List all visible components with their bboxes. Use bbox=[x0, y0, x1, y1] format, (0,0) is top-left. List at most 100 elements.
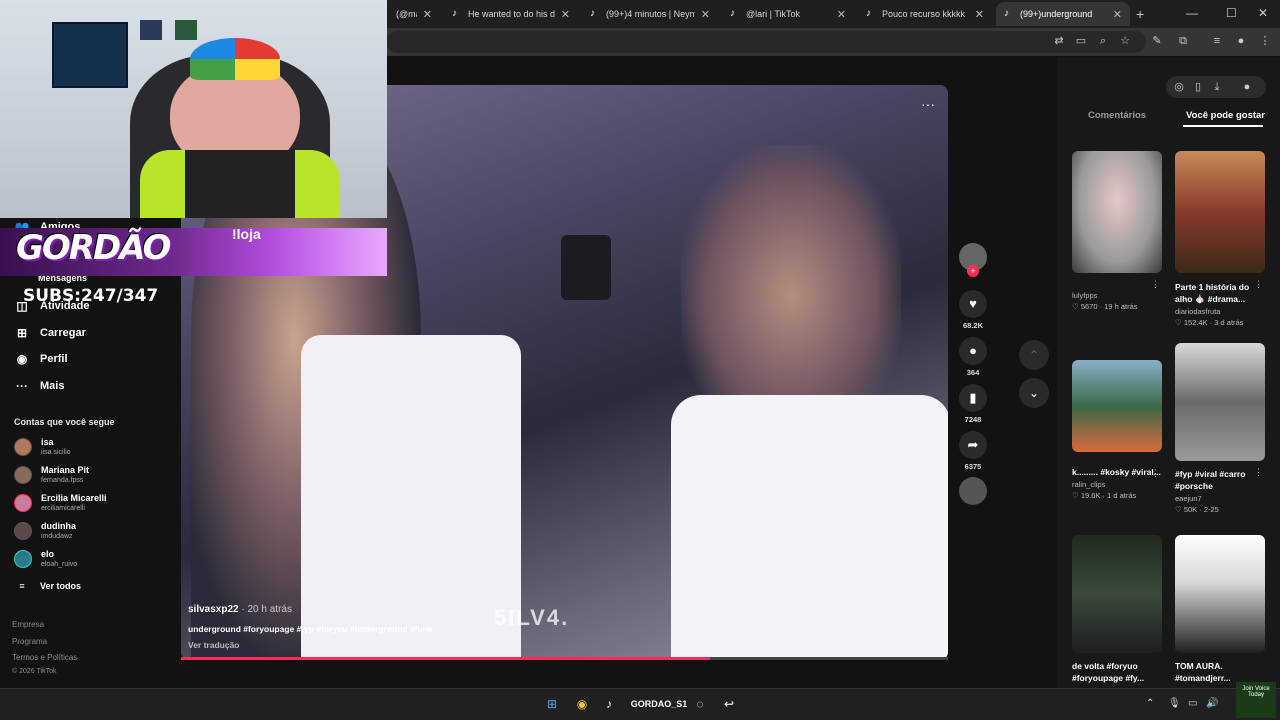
video-thumbnail bbox=[1072, 535, 1162, 653]
following-item[interactable]: Mariana Pit fernanda.fpss bbox=[14, 465, 89, 485]
loja-command: !loja bbox=[232, 226, 261, 242]
obs-icon[interactable]: ◌ bbox=[691, 695, 709, 713]
card-more-icon[interactable]: ⋮ bbox=[1151, 279, 1160, 290]
phone-icon[interactable]: ▯ bbox=[1191, 80, 1205, 94]
video-author[interactable]: silvasxp22 · 20 h atrás bbox=[188, 604, 292, 615]
author-avatar-button[interactable]: + bbox=[958, 243, 988, 277]
puzzle-icon[interactable]: ⧉ bbox=[1176, 34, 1190, 48]
video-thumbnail bbox=[1072, 151, 1162, 273]
sidebar-item-carregar[interactable]: ⊞ Carregar bbox=[14, 326, 86, 340]
follow-plus-icon[interactable]: + bbox=[967, 265, 979, 277]
tab-3[interactable]: ♪ (99+)4 minutos | Neymar ✕ bbox=[582, 2, 718, 26]
following-name: isa bbox=[41, 437, 54, 447]
reading-list-icon[interactable]: ≡ bbox=[1210, 34, 1224, 48]
following-name: elo bbox=[41, 549, 55, 559]
like-button[interactable]: ♥ 68.2K bbox=[958, 290, 988, 330]
video-progress-bar[interactable] bbox=[181, 657, 948, 660]
footer-link[interactable]: Termos e Políticas bbox=[12, 653, 77, 662]
suggested-video-card[interactable]: Parte 1 história do alho 🧄 #drama... dia… bbox=[1175, 151, 1265, 327]
translate-link[interactable]: Ver tradução bbox=[188, 640, 240, 650]
display-icon[interactable]: ▭ bbox=[1188, 698, 1197, 709]
following-item[interactable]: isa iisa.sicilio bbox=[14, 437, 71, 457]
card-more-icon[interactable]: ⋮ bbox=[1254, 279, 1263, 290]
bookmark-star-icon[interactable]: ☆ bbox=[1118, 34, 1132, 48]
tiktok-icon: ♪ bbox=[590, 8, 595, 19]
zoom-icon[interactable]: ⌕ bbox=[1096, 34, 1110, 48]
save-button[interactable]: ▮ 7248 bbox=[958, 384, 988, 424]
close-icon[interactable]: ✕ bbox=[701, 8, 710, 21]
tiktok-icon: ♪ bbox=[866, 8, 871, 19]
card-more-icon[interactable]: ⋮ bbox=[1254, 467, 1263, 478]
next-video-button[interactable]: ⌄ bbox=[1019, 378, 1049, 408]
footer-link[interactable]: Programa bbox=[12, 637, 47, 646]
close-icon[interactable]: ✕ bbox=[837, 8, 846, 21]
suggested-video-card[interactable]: #fyp #viral #carro #porsche eaejun7 ♡ 50… bbox=[1175, 343, 1265, 514]
download-icon[interactable]: ⤓ bbox=[1210, 80, 1224, 94]
share-icon: ➦ bbox=[959, 431, 987, 459]
comment-icon: ● bbox=[959, 337, 987, 365]
address-bar[interactable] bbox=[386, 31, 1146, 53]
new-tab-button[interactable]: + bbox=[1136, 6, 1144, 22]
comment-button[interactable]: ● 364 bbox=[958, 337, 988, 377]
stream-app-label[interactable]: GORDAO_S1 bbox=[628, 695, 690, 713]
card-user: ralin_clips bbox=[1072, 480, 1106, 489]
sidebar-item-perfil[interactable]: ◉ Perfil bbox=[14, 352, 68, 366]
translate-icon[interactable]: ⇄ bbox=[1052, 34, 1066, 48]
tshirt bbox=[185, 150, 295, 218]
tiktok-icon: ♪ bbox=[1004, 8, 1009, 19]
avatar bbox=[14, 438, 32, 456]
tab-5[interactable]: ♪ Pouco recurso kkkkk ✕ bbox=[858, 2, 992, 26]
card-more-icon[interactable]: ⋮ bbox=[1151, 468, 1160, 479]
suggested-video-card[interactable]: k......... #kosky #viral... ralin_clips … bbox=[1072, 360, 1162, 500]
join-voice-widget[interactable]: Join Voice Today bbox=[1236, 682, 1276, 718]
profile-avatar[interactable]: ● bbox=[1234, 34, 1248, 48]
tab-comments[interactable]: Comentários bbox=[1088, 110, 1146, 121]
comment-count: 364 bbox=[966, 368, 980, 377]
compass-icon[interactable]: ◎ bbox=[1172, 80, 1186, 94]
see-all-link[interactable]: ≡ Ver todos bbox=[14, 581, 81, 591]
music-disc-button[interactable] bbox=[958, 477, 988, 505]
tab-title: Pouco recurso kkkkk bbox=[882, 9, 966, 19]
microphone-icon[interactable]: 🎙 bbox=[1168, 698, 1181, 709]
tab-active[interactable]: ♪ (99+)underground ✕ bbox=[996, 2, 1130, 26]
wall-frame-small bbox=[175, 20, 197, 40]
tab-suggestions[interactable]: Você pode gostar bbox=[1186, 110, 1265, 121]
suggested-video-card[interactable]: de volta #foryuo #foryoupage #fy... bbox=[1072, 535, 1162, 684]
maximize-button[interactable]: ☐ bbox=[1226, 6, 1237, 20]
share-button[interactable]: ➦ 6375 bbox=[958, 431, 988, 471]
minimize-button[interactable]: — bbox=[1186, 6, 1198, 20]
following-handle: imdudawz bbox=[41, 533, 73, 540]
chrome-icon[interactable]: ◉ bbox=[573, 695, 591, 713]
extension-icon[interactable]: ✎ bbox=[1150, 34, 1164, 48]
sidebar-item-mais[interactable]: ··· Mais bbox=[14, 379, 64, 393]
wall-frame bbox=[52, 22, 128, 88]
tab-1[interactable]: (@mah ✕ bbox=[388, 2, 440, 26]
cast-icon[interactable]: ▭ bbox=[1074, 34, 1088, 48]
tab-4[interactable]: ♪ @lari | TikTok ✕ bbox=[722, 2, 854, 26]
tray-chevron-icon[interactable]: ⌃ bbox=[1146, 698, 1154, 709]
tab-2[interactable]: ♪ He wanted to do his danc ✕ bbox=[444, 2, 578, 26]
previous-video-button[interactable]: ⌃ bbox=[1019, 340, 1049, 370]
close-window-button[interactable]: ✕ bbox=[1258, 6, 1268, 20]
app-icon[interactable]: ↩ bbox=[720, 695, 738, 713]
tiktok-icon: ♪ bbox=[730, 8, 735, 19]
footer-link[interactable]: Empresa bbox=[12, 620, 44, 629]
video-more-icon[interactable]: ··· bbox=[921, 96, 935, 112]
card-title: Parte 1 história do alho 🧄 #drama... bbox=[1175, 282, 1250, 304]
following-item[interactable]: Ercilia Micarelli erciliamicarelli bbox=[14, 493, 107, 513]
volume-icon[interactable]: 🔊 bbox=[1206, 698, 1218, 709]
close-icon[interactable]: ✕ bbox=[1113, 8, 1122, 21]
suggested-video-card[interactable]: TOM AURA. #tomandjerr... bbox=[1175, 535, 1265, 684]
close-icon[interactable]: ✕ bbox=[423, 8, 432, 21]
following-item[interactable]: dudinha imdudawz bbox=[14, 521, 76, 541]
profile-icon: ◉ bbox=[16, 352, 28, 366]
user-avatar[interactable]: ● bbox=[1240, 80, 1254, 94]
tiktok-app-icon[interactable]: ♪ bbox=[600, 695, 618, 713]
close-icon[interactable]: ✕ bbox=[975, 8, 984, 21]
close-icon[interactable]: ✕ bbox=[561, 8, 570, 21]
suggested-video-card[interactable]: lulyfpps ♡ 5670 · 19 h atrás ⋮ bbox=[1072, 151, 1162, 311]
windows-start-icon[interactable]: ⊞ bbox=[543, 695, 561, 713]
menu-icon[interactable]: ⋮ bbox=[1258, 34, 1272, 48]
card-user: eaejun7 bbox=[1175, 494, 1202, 503]
following-item[interactable]: elo eloah_ruivo bbox=[14, 549, 77, 569]
